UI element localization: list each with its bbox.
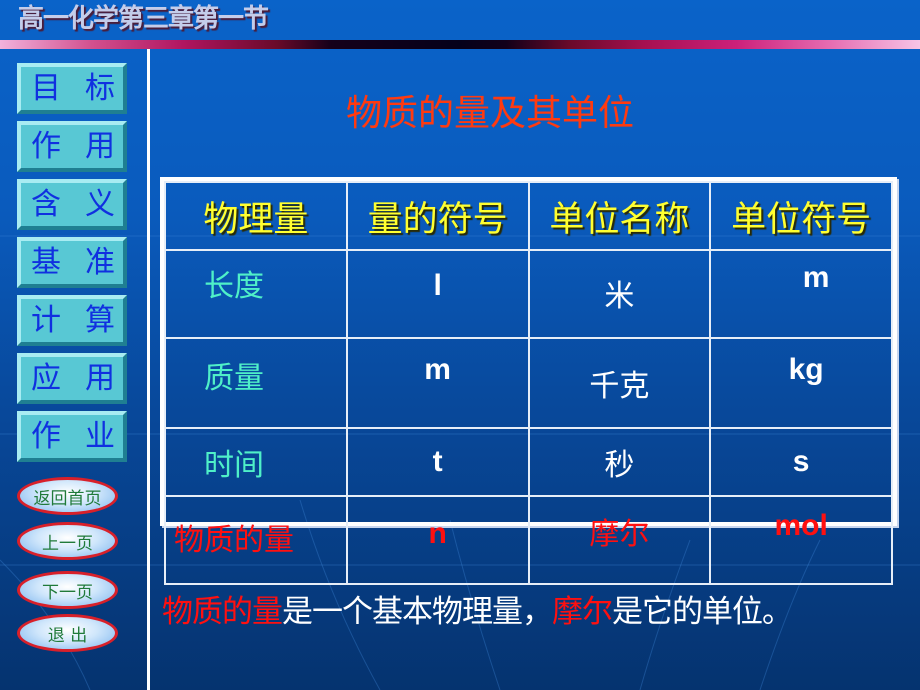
- table-row: 质量 m 千克 kg: [164, 337, 893, 429]
- nav-char: 算: [85, 302, 115, 338]
- nav-char: 用: [85, 128, 115, 164]
- header-unit-symbol: 单位符号: [709, 181, 893, 251]
- cell-unit-name: 秒: [527, 427, 712, 497]
- home-button[interactable]: 返回首页: [17, 477, 118, 515]
- nav-char: 含: [31, 186, 61, 222]
- nav-button-application[interactable]: 应 用: [17, 353, 127, 404]
- nav-char: 义: [85, 186, 115, 222]
- nav-button-meaning[interactable]: 含 义: [17, 179, 127, 230]
- cell-quantity: 质量: [164, 337, 348, 429]
- nav-char: 作: [31, 128, 61, 164]
- sentence-term-amount: 物质的量: [162, 594, 283, 630]
- nav-char: 计: [31, 302, 61, 338]
- header-quantity: 物理量: [164, 181, 348, 251]
- table-row: 长度 l 米 m: [164, 249, 893, 339]
- cell-quantity: 时间: [164, 427, 348, 497]
- cell-unit-symbol: m: [709, 249, 893, 339]
- cell-quantity: 物质的量: [164, 495, 348, 585]
- cell-unit-symbol: s: [709, 427, 893, 497]
- table-row: 时间 t 秒 s: [164, 427, 893, 497]
- cell-unit-name: 摩尔: [527, 495, 712, 585]
- header-gradient-bar: [0, 40, 920, 49]
- nav-char: 应: [31, 360, 61, 396]
- nav-button-goal[interactable]: 目 标: [17, 63, 127, 114]
- cell-symbol: n: [345, 495, 530, 585]
- exit-button[interactable]: 退 出: [17, 614, 118, 652]
- nav-char: 用: [85, 360, 115, 396]
- table-header-row: 物理量 量的符号 单位名称 单位符号: [164, 181, 893, 251]
- nav-button-calculation[interactable]: 计 算: [17, 295, 127, 346]
- cell-symbol: l: [345, 249, 530, 339]
- summary-sentence: 物质的量是一个基本物理量，摩尔是它的单位。: [162, 586, 793, 631]
- sentence-text: 是一个基本物理量，: [282, 594, 553, 630]
- sentence-term-mole: 摩尔: [552, 594, 613, 630]
- sentence-text: 是它的单位。: [612, 594, 793, 630]
- header-symbol: 量的符号: [345, 181, 530, 251]
- next-page-button[interactable]: 下一页: [17, 571, 118, 609]
- header-title: 高一化学第三章第一节: [18, 4, 269, 34]
- nav-button-homework[interactable]: 作 业: [17, 411, 127, 462]
- nav-char: 基: [31, 244, 61, 280]
- previous-page-button[interactable]: 上一页: [17, 522, 118, 560]
- nav-char: 作: [31, 418, 61, 454]
- cell-unit-symbol: mol: [709, 495, 893, 585]
- units-table: 物理量 量的符号 单位名称 单位符号 长度 l 米 m 质量 m 千克 kg 时…: [160, 177, 897, 585]
- nav-char: 标: [85, 70, 115, 106]
- cell-unit-name: 千克: [527, 337, 712, 429]
- slide-title: 物质的量及其单位: [345, 93, 634, 134]
- nav-button-standard[interactable]: 基 准: [17, 237, 127, 288]
- nav-char: 目: [31, 70, 61, 106]
- sidebar-divider: [147, 49, 150, 690]
- cell-symbol: m: [345, 337, 530, 429]
- table-row-highlight: 物质的量 n 摩尔 mol: [164, 495, 893, 585]
- cell-unit-name: 米: [527, 249, 712, 339]
- nav-char: 准: [85, 244, 115, 280]
- nav-button-function[interactable]: 作 用: [17, 121, 127, 172]
- cell-unit-symbol: kg: [709, 337, 893, 429]
- header-unit-name: 单位名称: [527, 181, 712, 251]
- cell-quantity: 长度: [164, 249, 348, 339]
- cell-symbol: t: [345, 427, 530, 497]
- nav-char: 业: [85, 418, 115, 454]
